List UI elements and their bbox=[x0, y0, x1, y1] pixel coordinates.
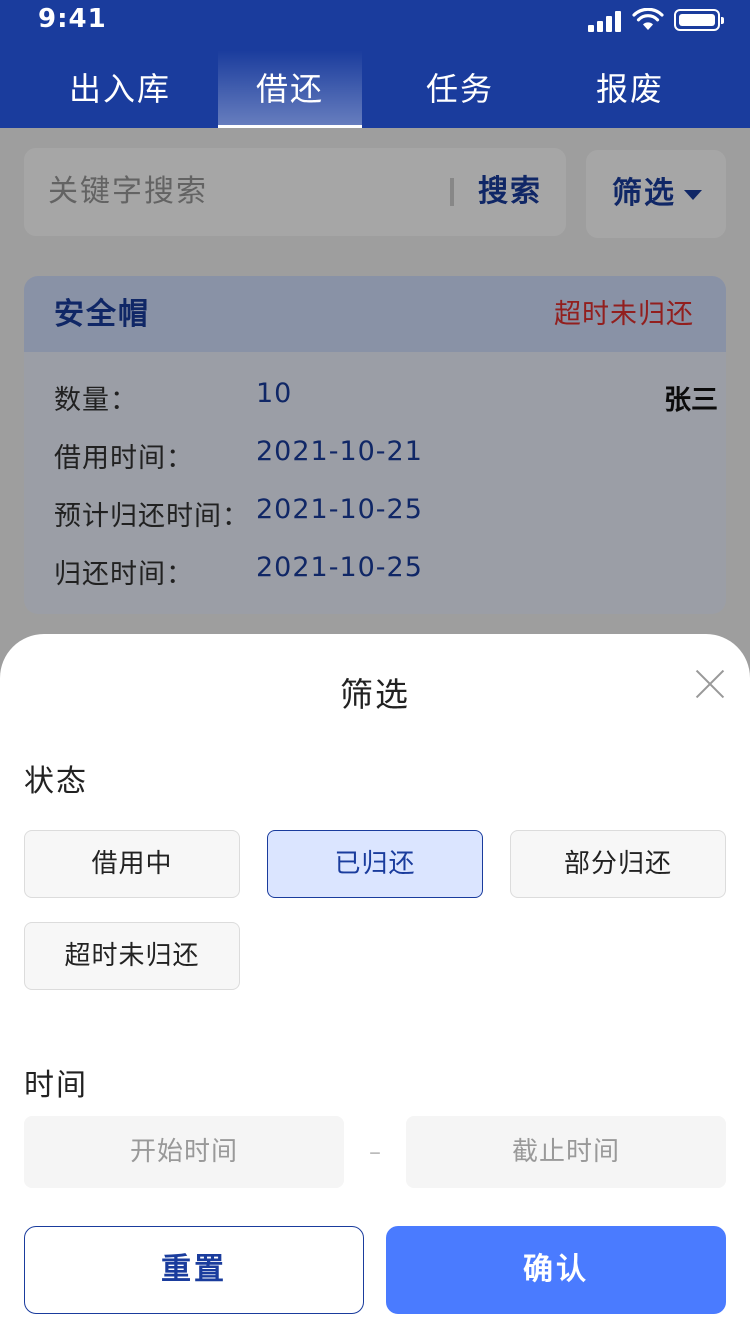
end-date-field[interactable]: 截止时间 bbox=[406, 1116, 726, 1188]
wifi-icon bbox=[632, 8, 664, 30]
cellular-signal-icon bbox=[588, 10, 624, 32]
time-section-label: 时间 bbox=[24, 1068, 88, 1103]
app-header: 9:41 出入库 借还 任务 报废 bbox=[0, 0, 750, 128]
status-option-partial-return[interactable]: 部分归还 bbox=[510, 830, 726, 898]
tab-borrow-return[interactable]: 借还 bbox=[218, 50, 362, 128]
battery-icon bbox=[674, 9, 724, 31]
status-bar: 9:41 bbox=[0, 0, 750, 44]
sheet-title: 筛选 bbox=[340, 675, 410, 714]
status-option-overdue[interactable]: 超时未归还 bbox=[24, 922, 240, 990]
status-option-returned[interactable]: 已归还 bbox=[267, 830, 483, 898]
tab-inout[interactable]: 出入库 bbox=[48, 50, 192, 128]
start-date-field[interactable]: 开始时间 bbox=[24, 1116, 344, 1188]
status-section-label: 状态 bbox=[24, 764, 88, 799]
close-icon[interactable] bbox=[694, 668, 726, 700]
filter-sheet: 筛选 状态 借用中 已归还 部分归还 超时未归还 时间 开始时间 – 截止时间 … bbox=[0, 634, 750, 1334]
confirm-button[interactable]: 确认 bbox=[386, 1226, 726, 1314]
status-option-borrowing[interactable]: 借用中 bbox=[24, 830, 240, 898]
date-range-dash: – bbox=[369, 1138, 381, 1166]
status-time: 9:41 bbox=[38, 4, 107, 34]
tab-scrap[interactable]: 报废 bbox=[558, 50, 702, 128]
tab-bar: 出入库 借还 任务 报废 bbox=[0, 50, 750, 128]
reset-button[interactable]: 重置 bbox=[24, 1226, 364, 1314]
tab-tasks[interactable]: 任务 bbox=[388, 50, 532, 128]
